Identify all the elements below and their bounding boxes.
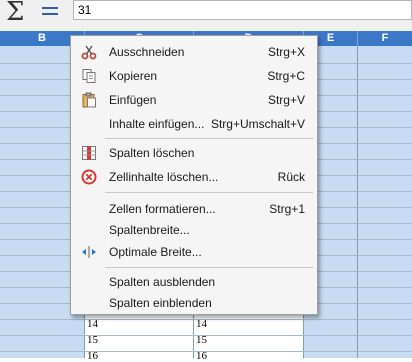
menu-item-label: Zellinhalte löschen...	[109, 170, 219, 184]
cell-c14[interactable]: 14	[87, 318, 98, 330]
column-header-f[interactable]: F	[358, 31, 412, 46]
grid-line	[357, 46, 358, 358]
menu-separator	[105, 138, 313, 139]
menu-item-cut[interactable]: Ausschneiden Strg+X	[71, 40, 317, 64]
cell-d16[interactable]: 16	[196, 350, 207, 362]
menu-item-label: Ausschneiden	[109, 45, 185, 59]
cell-c15[interactable]: 15	[87, 334, 98, 346]
menu-item-shortcut: Strg+X	[267, 45, 305, 59]
menu-item-label: Inhalte einfügen...	[109, 117, 205, 131]
menu-item-shortcut: Strg+1	[269, 202, 305, 216]
menu-item-paste-special[interactable]: Inhalte einfügen... Strg+Umschalt+V	[71, 112, 317, 136]
cell-d15[interactable]: 15	[196, 334, 207, 346]
menu-item-paste[interactable]: Einfügen Strg+V	[71, 88, 317, 112]
menu-item-copy[interactable]: Kopieren Strg+C	[71, 64, 317, 88]
clear-contents-icon	[81, 169, 97, 185]
menu-item-label: Kopieren	[109, 69, 158, 83]
menu-item-shortcut: Strg+V	[267, 93, 305, 107]
menu-item-column-width[interactable]: Spaltenbreite...	[71, 218, 317, 242]
menu-item-label: Spaltenbreite...	[109, 223, 190, 237]
copy-icon	[82, 69, 96, 83]
menu-item-label: Optimale Breite...	[109, 245, 202, 259]
menu-item-shortcut: Rück	[277, 170, 305, 184]
delete-columns-icon	[82, 146, 96, 160]
menu-item-label: Spalten ausblenden	[109, 275, 216, 289]
menu-item-label: Einfügen	[109, 93, 157, 107]
menu-item-label: Zellen formatieren...	[109, 202, 216, 216]
cell-c16[interactable]: 16	[87, 350, 98, 362]
optimal-width-icon	[82, 246, 96, 258]
menu-item-optimal-width[interactable]: Optimale Breite...	[71, 240, 317, 264]
menu-item-delete-columns[interactable]: Spalten löschen	[71, 141, 317, 165]
menu-item-shortcut: Strg+Umschalt+V	[210, 117, 305, 131]
context-menu: Ausschneiden Strg+X Kopieren Strg+C Einf…	[70, 35, 318, 315]
formula-menu-icon[interactable]	[42, 7, 58, 21]
menu-item-label: Spalten löschen	[109, 146, 195, 160]
menu-item-shortcut: Strg+C	[267, 69, 305, 83]
cell-d14[interactable]: 14	[196, 318, 207, 330]
formula-input[interactable]: 31	[73, 0, 412, 20]
menu-separator	[105, 192, 313, 193]
formula-toolbar: Σ 31	[0, 0, 412, 31]
paste-icon	[82, 92, 96, 108]
menu-item-show-columns[interactable]: Spalten einblenden	[71, 291, 317, 315]
menu-item-clear-contents[interactable]: Zellinhalte löschen... Rück	[71, 165, 317, 189]
sum-icon[interactable]: Σ	[6, 0, 24, 27]
menu-item-label: Spalten einblenden	[109, 296, 212, 310]
menu-separator	[105, 267, 313, 268]
scissors-icon	[81, 45, 97, 60]
